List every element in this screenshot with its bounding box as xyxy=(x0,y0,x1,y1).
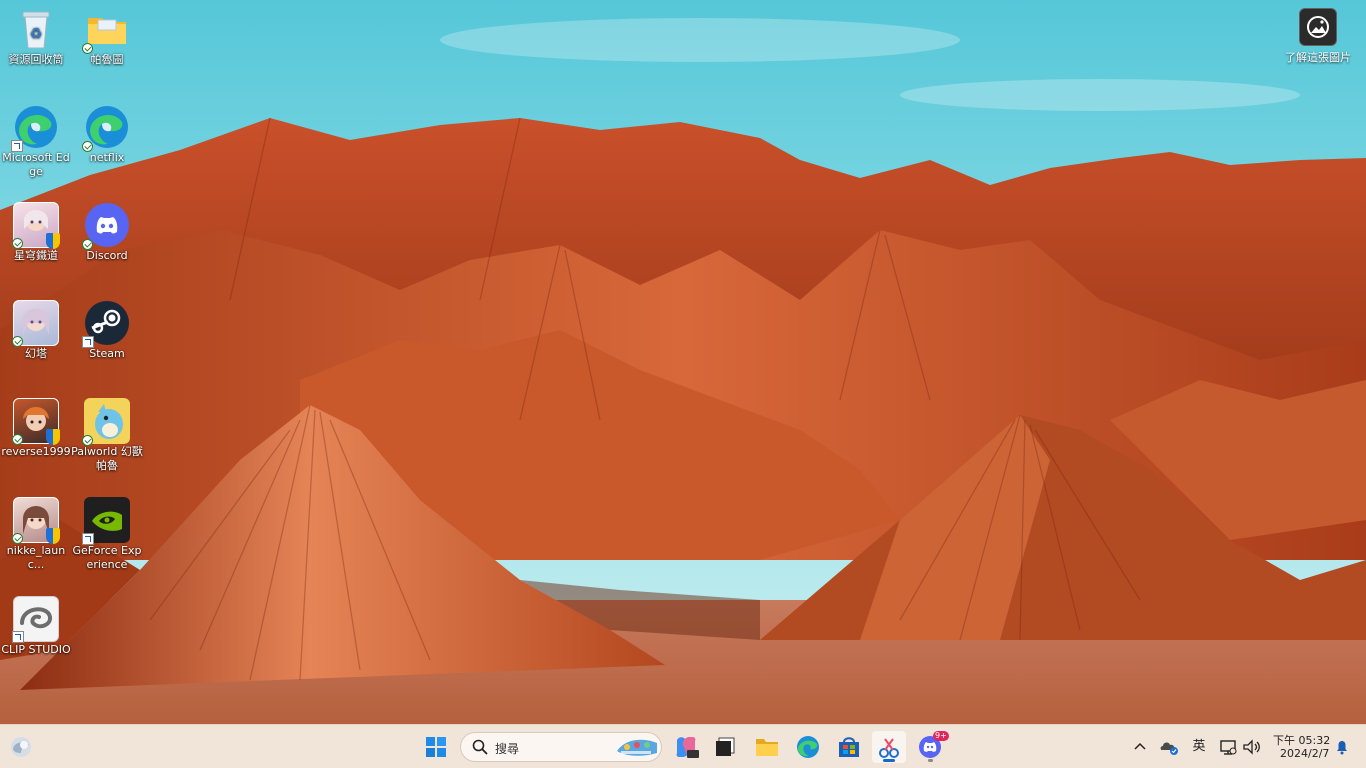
uac-shield-icon xyxy=(46,528,60,544)
shortcut-arrow-icon xyxy=(11,140,23,152)
edge-browser-icon xyxy=(797,736,819,758)
desktop-icon-tower-of-fantasy[interactable]: 幻塔 xyxy=(0,300,72,361)
input-method-indicator[interactable]: 英 xyxy=(1188,737,1210,757)
desktop-icon-discord[interactable]: Discord xyxy=(71,202,143,263)
palworld-game-icon xyxy=(82,398,130,446)
bell-icon xyxy=(1337,741,1347,755)
sync-check-icon xyxy=(12,336,23,347)
desktop-icon-label: Microsoft Edge xyxy=(2,151,70,178)
camera-spotlight-icon xyxy=(1299,8,1337,46)
start-button[interactable] xyxy=(419,731,453,763)
desktop-icon-edge[interactable]: Microsoft Edge xyxy=(0,104,72,179)
taskbar-microsoft-store[interactable] xyxy=(832,731,866,763)
desktop-icon-label: 幻塔 xyxy=(25,347,47,360)
tower-of-fantasy-game-icon xyxy=(12,300,59,347)
desktop-icon-palworld-folder[interactable]: 帕魯圖 xyxy=(71,6,143,67)
desktop-icon-recycle-bin[interactable]: ♻ 資源回收筒 xyxy=(0,6,72,67)
search-placeholder: 搜尋 xyxy=(495,742,520,756)
clock-date: 2024/2/7 xyxy=(1280,747,1330,760)
discord-icon xyxy=(82,202,130,250)
desktop-icon-label: 星穹鐵道 xyxy=(14,249,58,262)
running-indicator xyxy=(928,759,933,762)
network-icon xyxy=(1220,740,1237,755)
desktop-icon-label: 帕魯圖 xyxy=(90,53,124,66)
clip-studio-icon xyxy=(12,596,59,643)
folder-icon xyxy=(82,6,130,54)
sync-check-icon xyxy=(82,141,93,152)
desktop-icon-geforce-experience[interactable]: GeForce Experience xyxy=(71,497,143,572)
taskbar: 搜尋 9+ 英 下午 05:32 2024/2/7 xyxy=(0,724,1366,768)
chevron-up-icon xyxy=(1134,742,1146,750)
quick-settings-button[interactable] xyxy=(1216,735,1264,759)
uac-shield-icon xyxy=(46,429,60,445)
reverse1999-game-icon xyxy=(12,398,60,445)
copilot-icon xyxy=(676,737,699,758)
taskbar-discord[interactable]: 9+ xyxy=(913,731,949,763)
taskbar-file-explorer[interactable] xyxy=(750,731,784,763)
sync-check-icon xyxy=(82,239,93,250)
widgets-icon xyxy=(11,737,31,757)
edge-browser-icon xyxy=(11,104,59,152)
sync-check-icon xyxy=(12,238,23,249)
desktop-icon-nikke[interactable]: nikke_launc... xyxy=(0,497,72,572)
taskbar-snipping-tool[interactable] xyxy=(872,731,906,763)
clock-button[interactable]: 下午 05:32 2024/2/7 xyxy=(1268,730,1332,764)
desktop-icon-label: Discord xyxy=(86,249,128,262)
nikke-game-icon xyxy=(12,497,60,544)
shortcut-arrow-icon xyxy=(82,533,94,545)
uac-shield-icon xyxy=(46,233,60,249)
notification-badge: 9+ xyxy=(933,731,949,741)
clock-time: 下午 05:32 xyxy=(1273,734,1331,747)
taskbar-task-view[interactable] xyxy=(708,731,742,763)
sync-check-icon xyxy=(82,435,93,446)
desktop-icon-label: nikke_launc... xyxy=(6,544,66,571)
desktop-icon-label: CLIP STUDIO xyxy=(1,643,71,656)
notifications-button[interactable] xyxy=(1332,735,1352,759)
task-view-icon xyxy=(716,737,735,756)
desktop-wallpaper xyxy=(0,0,1366,724)
sync-check-icon xyxy=(82,43,93,54)
desktop-icon-label: 資源回收筒 xyxy=(8,53,64,66)
svg-text:♻: ♻ xyxy=(30,26,43,42)
taskbar-search[interactable]: 搜尋 xyxy=(460,732,662,762)
desktop-icon-clip-studio[interactable]: CLIP STUDIO xyxy=(0,596,72,657)
sync-check-icon xyxy=(12,533,23,544)
desktop-icon-netflix[interactable]: netflix xyxy=(71,104,143,165)
star-rail-game-icon xyxy=(12,202,60,249)
store-icon xyxy=(839,737,859,757)
active-indicator xyxy=(883,759,895,762)
volume-icon xyxy=(1243,739,1260,755)
desktop-icon-label: netflix xyxy=(89,151,125,164)
cloud-sync-icon xyxy=(1160,742,1178,755)
search-highlight-art-icon xyxy=(617,739,657,756)
desktop-icon-label: Palworld 幻獸帕魯 xyxy=(71,445,143,472)
folder-icon xyxy=(756,739,778,756)
desktop-icon-star-rail[interactable]: 星穹鐵道 xyxy=(0,202,72,263)
sync-check-icon xyxy=(12,434,23,445)
windows-logo-icon xyxy=(426,737,446,757)
desktop-icon-label: reverse1999 xyxy=(1,445,71,458)
taskbar-copilot[interactable] xyxy=(669,731,703,763)
taskbar-edge[interactable] xyxy=(791,731,825,763)
desktop-icon-label: GeForce Experience xyxy=(72,544,142,571)
desktop-icon-reverse1999[interactable]: reverse1999 xyxy=(0,398,72,459)
desktop-icon-steam[interactable]: Steam xyxy=(71,300,143,361)
search-icon xyxy=(472,739,488,755)
weather-widget-button[interactable] xyxy=(4,731,38,763)
onedrive-tray-button[interactable] xyxy=(1157,735,1181,759)
shortcut-arrow-icon xyxy=(82,336,94,348)
learn-about-picture-label: 了解這張圖片 xyxy=(1285,51,1351,64)
learn-about-picture[interactable]: 了解這張圖片 xyxy=(1282,8,1354,65)
edge-browser-icon xyxy=(82,104,130,152)
shortcut-arrow-icon xyxy=(12,631,24,643)
desktop-icon-palworld[interactable]: Palworld 幻獸帕魯 xyxy=(71,398,143,473)
nvidia-geforce-icon xyxy=(82,497,130,545)
steam-icon xyxy=(82,300,130,348)
ime-label: 英 xyxy=(1192,739,1206,754)
desktop-icon-label: Steam xyxy=(89,347,125,360)
recycle-bin-icon: ♻ xyxy=(13,6,59,52)
show-hidden-icons-button[interactable] xyxy=(1130,735,1150,759)
